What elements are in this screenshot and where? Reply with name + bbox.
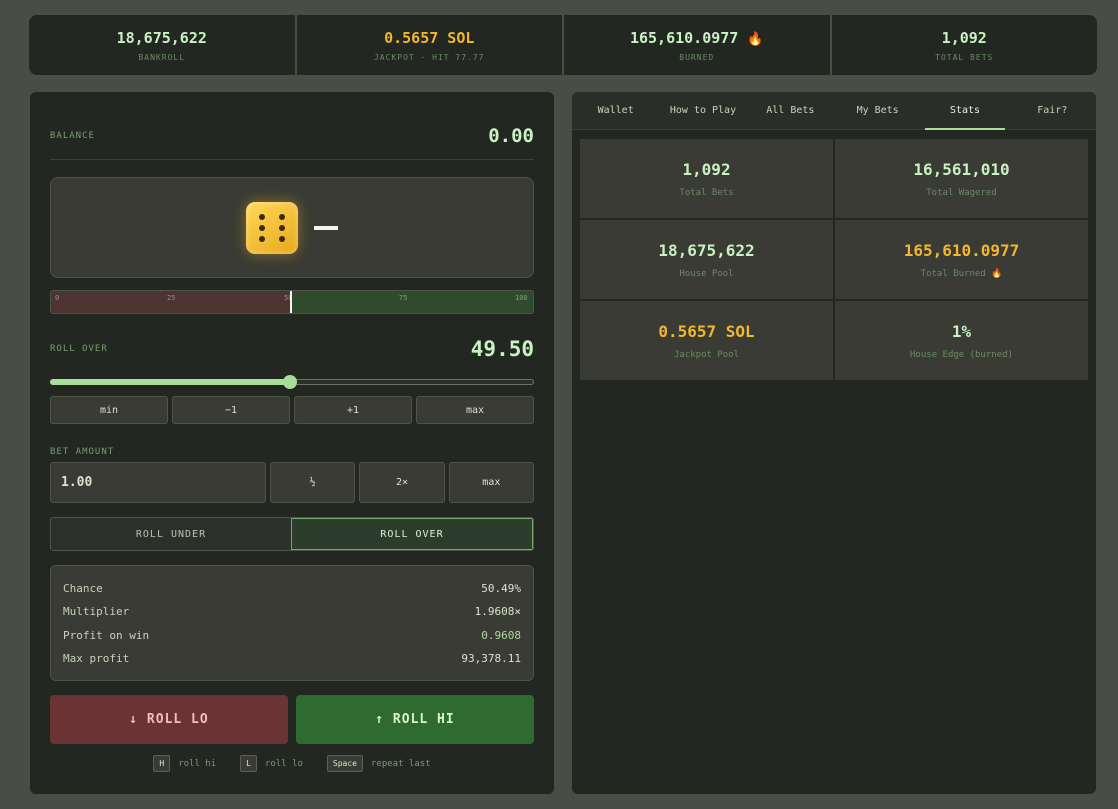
hint-text: roll hi: [178, 758, 217, 769]
info-value: 0.9608: [481, 628, 521, 642]
tab-bar: Wallet How to Play All Bets My Bets Stat…: [572, 92, 1096, 130]
roll-over-value: 49.50: [470, 337, 534, 361]
track-ticks: 0 25 50 75 100: [51, 291, 533, 313]
dice-display: [50, 177, 534, 278]
tab-my-bets[interactable]: My Bets: [834, 92, 921, 129]
info-row-profit: Profit on win 0.9608: [63, 624, 521, 647]
adjust-buttons: min −1 +1 max: [50, 396, 534, 424]
stat-label: JACKPOT · HIT 77.77: [373, 52, 485, 62]
tab-fair[interactable]: Fair?: [1009, 92, 1096, 129]
stat-value-wrap: 165,610.0977 🔥: [630, 29, 764, 47]
stat-label: BURNED: [679, 52, 715, 62]
bet-panel: BALANCE 0.00 0 25 50 75 100 ROLL OVER 49…: [30, 92, 554, 794]
stat-card-label: Jackpot Pool: [673, 349, 740, 360]
track-tick: 0: [55, 294, 60, 302]
half-bet-button[interactable]: ½: [270, 462, 356, 503]
info-key: Multiplier: [63, 605, 130, 619]
info-value: 50.49%: [481, 582, 521, 596]
stat-card-label: House Edge (burned): [910, 349, 1013, 360]
stat-burned: 165,610.0977 🔥 BURNED: [564, 15, 832, 75]
roll-direction-toggle: ROLL UNDER ROLL OVER: [50, 517, 534, 551]
stat-card-label: Total Bets: [679, 187, 734, 198]
stat-card-total-burned: 165,610.0977 Total Burned 🔥: [835, 220, 1088, 299]
info-row-chance: Chance 50.49%: [63, 577, 521, 600]
roll-under-option[interactable]: ROLL UNDER: [51, 518, 291, 550]
stat-total-bets: 1,092 TOTAL BETS: [832, 15, 1098, 75]
stat-card-value: 1%: [951, 321, 972, 341]
bet-row: ½ 2× max: [50, 462, 534, 503]
tab-stats[interactable]: Stats: [921, 92, 1008, 130]
hint-key: L: [240, 755, 257, 772]
roll-over-slider[interactable]: [50, 375, 534, 389]
max-target-button[interactable]: max: [416, 396, 534, 424]
roll-lo-button[interactable]: ↓ ROLL LO: [50, 695, 288, 744]
stat-card-value: 0.5657 SOL: [658, 321, 755, 341]
bet-info-box: Chance 50.49% Multiplier 1.9608× Profit …: [50, 565, 534, 681]
info-value: 1.9608×: [474, 605, 521, 619]
max-bet-button[interactable]: max: [448, 462, 534, 503]
info-key: Max profit: [63, 652, 130, 666]
flame-icon: 🔥: [747, 31, 764, 47]
track-tick: 100: [515, 294, 528, 302]
stat-value: 1,092: [941, 28, 987, 47]
minus-one-button[interactable]: −1: [172, 396, 290, 424]
info-key: Profit on win: [63, 628, 150, 642]
bet-amount-input[interactable]: [50, 462, 266, 503]
keyboard-hints: H roll hi L roll lo Space repeat last: [30, 755, 554, 772]
slider-fill: [50, 379, 290, 385]
stat-card-label: Total Wagered: [926, 187, 997, 198]
slider-thumb[interactable]: [282, 375, 297, 389]
stat-label: BANKROLL: [138, 52, 186, 62]
roll-range-track: 0 25 50 75 100: [50, 290, 534, 314]
dice-icon: [246, 201, 298, 254]
stat-card-house-edge: 1% House Edge (burned): [835, 301, 1088, 380]
stat-card-value: 165,610.0977: [903, 240, 1020, 260]
info-panel: Wallet How to Play All Bets My Bets Stat…: [572, 92, 1096, 794]
stat-card-jackpot-pool: 0.5657 SOL Jackpot Pool: [580, 301, 833, 380]
tab-wallet[interactable]: Wallet: [572, 92, 659, 129]
stat-card-label: House Pool: [679, 268, 734, 279]
stat-card-value: 1,092: [682, 159, 731, 179]
tab-how-to-play[interactable]: How to Play: [659, 92, 746, 129]
roll-over-row: ROLL OVER 49.50: [50, 334, 534, 364]
double-bet-button[interactable]: 2×: [359, 462, 445, 503]
roll-hi-button[interactable]: ↑ ROLL HI: [296, 695, 534, 744]
stat-card-value: 16,561,010: [913, 159, 1010, 179]
stat-card-total-bets: 1,092 Total Bets: [580, 139, 833, 218]
stat-value: 165,610.0977: [629, 28, 739, 47]
hint-key: H: [153, 755, 171, 772]
hint-text: roll lo: [264, 758, 303, 769]
hint-key: Space: [326, 755, 363, 772]
stat-card-total-wagered: 16,561,010 Total Wagered: [835, 139, 1088, 218]
dice-result-dash: [314, 225, 338, 230]
stat-label: TOTAL BETS: [935, 52, 994, 62]
info-row-max-profit: Max profit 93,378.11: [63, 647, 521, 670]
stat-jackpot: 0.5657 SOL JACKPOT · HIT 77.77: [297, 15, 564, 75]
track-tick: 75: [399, 294, 408, 302]
top-stats-bar: 18,675,622 BANKROLL 0.5657 SOL JACKPOT ·…: [29, 15, 1097, 75]
plus-one-button[interactable]: +1: [294, 396, 412, 424]
stat-value: 0.5657 SOL: [384, 28, 475, 47]
track-tick: 25: [167, 294, 176, 302]
hint-text: repeat last: [371, 758, 431, 769]
stats-grid: 1,092 Total Bets 16,561,010 Total Wagere…: [580, 139, 1088, 380]
balance-value: 0.00: [488, 124, 534, 147]
balance-row: BALANCE 0.00: [50, 112, 534, 160]
stat-bankroll: 18,675,622 BANKROLL: [29, 15, 297, 75]
tab-all-bets[interactable]: All Bets: [747, 92, 834, 129]
stat-card-label: Total Burned 🔥: [920, 268, 1003, 279]
stat-value: 18,675,622: [116, 28, 207, 47]
info-value: 93,378.11: [461, 652, 521, 666]
stat-card-value: 18,675,622: [658, 240, 755, 260]
info-row-multiplier: Multiplier 1.9608×: [63, 600, 521, 623]
balance-label: BALANCE: [50, 130, 95, 141]
roll-over-label: ROLL OVER: [50, 344, 108, 354]
info-key: Chance: [63, 582, 103, 596]
roll-over-option[interactable]: ROLL OVER: [291, 518, 533, 550]
track-marker: [289, 291, 292, 313]
stat-card-house-pool: 18,675,622 House Pool: [580, 220, 833, 299]
min-button[interactable]: min: [50, 396, 168, 424]
bet-amount-label: BET AMOUNT: [50, 447, 115, 457]
